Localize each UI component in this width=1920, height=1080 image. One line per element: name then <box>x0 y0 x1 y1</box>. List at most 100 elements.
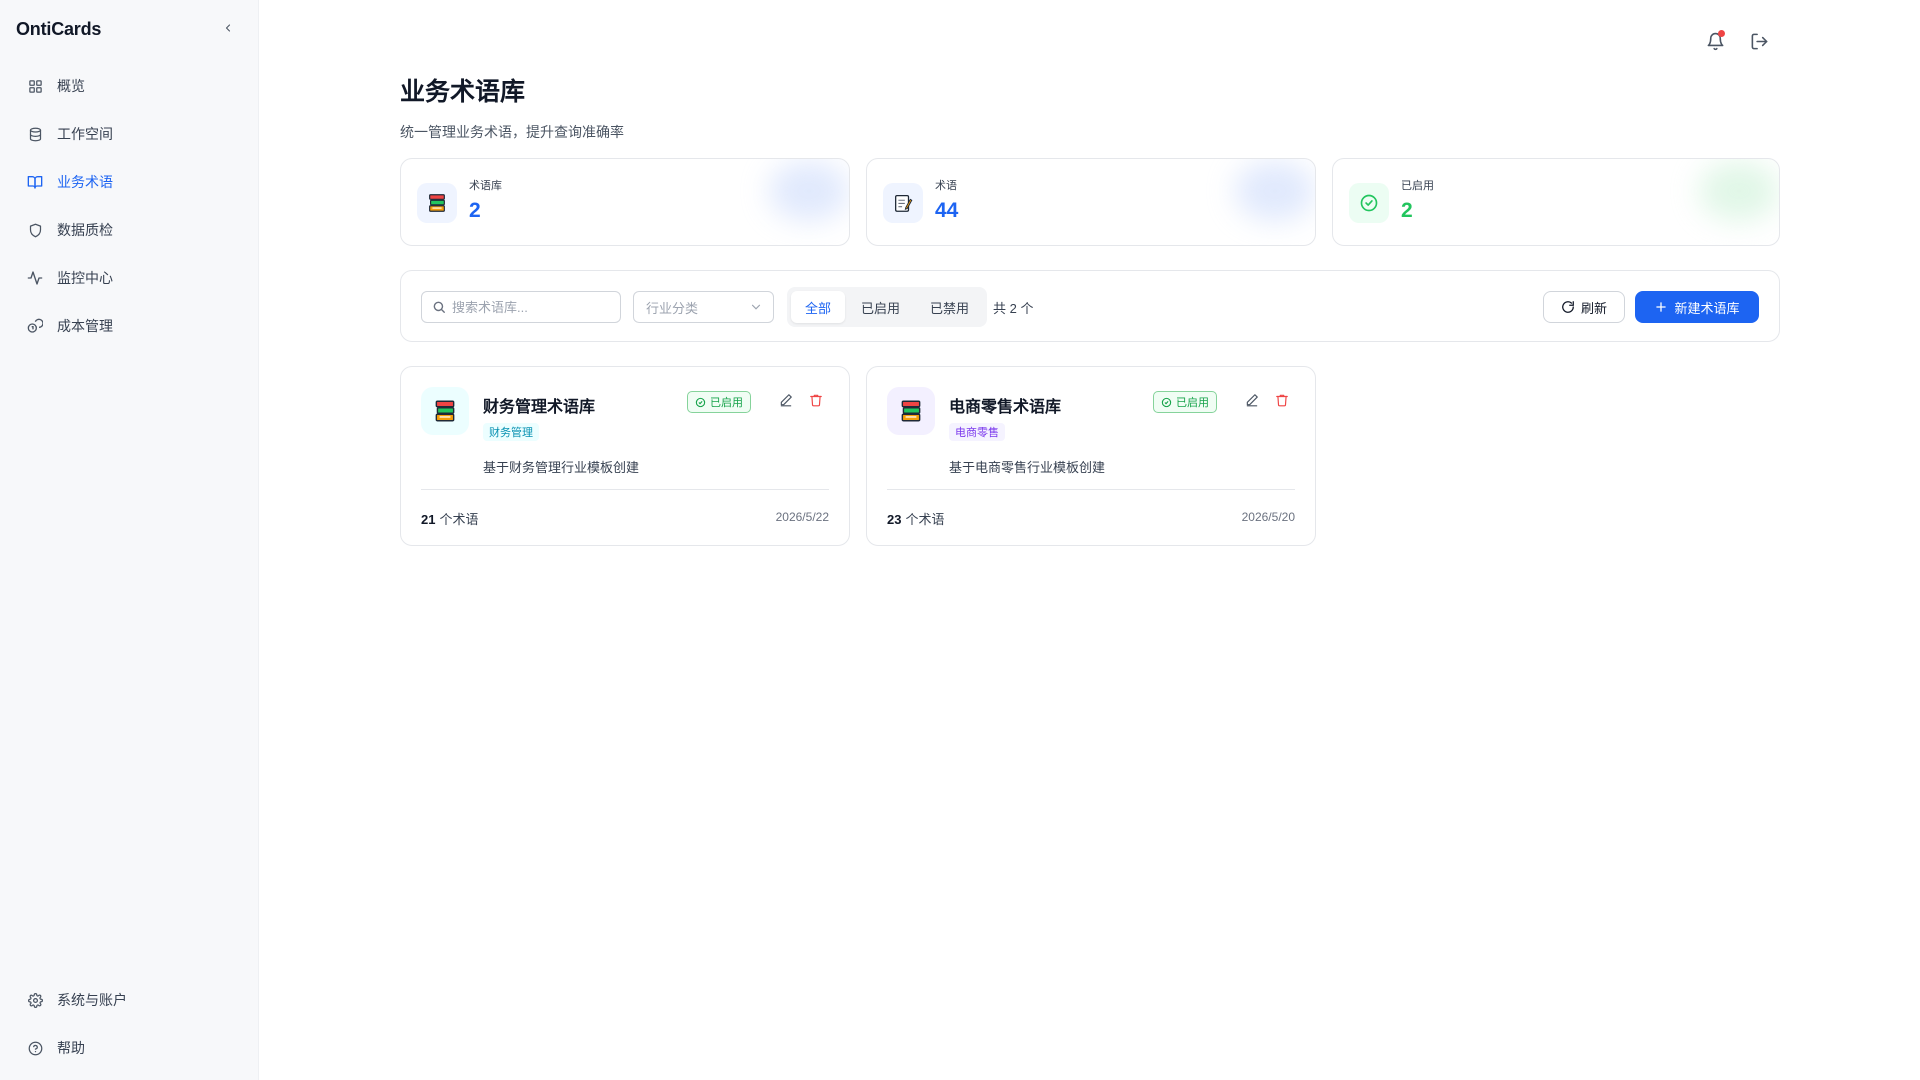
total-count: 共 2 个 <box>993 301 1034 316</box>
industry-select[interactable]: 行业分类 <box>633 291 774 323</box>
sidebar-item-overview[interactable]: 概览 <box>16 62 243 110</box>
industry-tag: 电商零售 <box>949 423 1005 441</box>
refresh-label: 刷新 <box>1580 300 1607 316</box>
sidebar-item-workspace[interactable]: 工作空间 <box>16 110 243 158</box>
search-icon <box>432 300 446 314</box>
filter-tab-disabled[interactable]: 已禁用 <box>916 291 983 323</box>
sidebar: OntiCards 概览 工作空间 业务术语 数据质检 监控中心 成本管理 系统… <box>0 0 259 1080</box>
sidebar-bottom-nav: 系统与账户 帮助 <box>16 976 243 1072</box>
stat-value: 44 <box>935 199 959 222</box>
glossary-card[interactable]: 财务管理术语库 财务管理 已启用 基于财务管理行业模板创建 21 个术语 2026… <box>400 366 850 546</box>
card-glow <box>1699 161 1779 221</box>
activity-icon <box>27 270 43 286</box>
term-count-suffix: 个术语 <box>905 512 945 527</box>
sidebar-item-label: 帮助 <box>57 1040 85 1056</box>
search-input[interactable] <box>452 299 612 315</box>
database-icon <box>27 126 43 142</box>
check-circle-icon <box>1161 397 1172 407</box>
check-circle-icon <box>695 397 706 407</box>
notifications-button[interactable] <box>1704 30 1726 52</box>
filter-toolbar: 行业分类 全部 已启用 已禁用 共 2 个 刷新 新建术语库 <box>400 270 1780 342</box>
coins-icon <box>27 318 43 334</box>
status-badge: 已启用 <box>687 391 751 413</box>
card-date: 2026/5/20 <box>1241 510 1295 524</box>
new-glossary-button[interactable]: 新建术语库 <box>1635 291 1759 323</box>
stat-value: 2 <box>469 199 481 222</box>
card-title: 电商零售术语库 <box>949 399 1062 416</box>
books-icon <box>417 183 457 223</box>
books-icon <box>887 387 935 435</box>
filter-tab-all[interactable]: 全部 <box>791 291 846 323</box>
card-glow <box>769 161 849 221</box>
sidebar-item-label: 工作空间 <box>57 126 113 142</box>
search-box[interactable] <box>421 291 621 323</box>
glossary-cards: 财务管理术语库 财务管理 已启用 基于财务管理行业模板创建 21 个术语 2026… <box>400 366 1316 546</box>
stat-card-terms: 术语 44 <box>866 158 1316 246</box>
sidebar-item-settings[interactable]: 系统与账户 <box>16 976 243 1024</box>
sidebar-item-help[interactable]: 帮助 <box>16 1024 243 1072</box>
term-count: 23 个术语 <box>887 509 944 528</box>
stat-card-enabled: 已启用 2 <box>1332 158 1780 246</box>
sidebar-item-label: 业务术语 <box>57 174 113 190</box>
sidebar-item-data-quality[interactable]: 数据质检 <box>16 206 243 254</box>
status-label: 已启用 <box>710 397 743 409</box>
pencil-icon <box>1246 394 1258 407</box>
edit-button[interactable] <box>1245 393 1261 409</box>
card-description: 基于电商零售行业模板创建 <box>949 460 1106 475</box>
card-description: 基于财务管理行业模板创建 <box>483 460 640 475</box>
stats-row: 术语库 2 术语 44 已启用 2 <box>400 158 1780 246</box>
top-actions <box>1704 30 1770 52</box>
industry-tag: 财务管理 <box>483 423 539 441</box>
stat-label: 术语库 <box>469 180 502 192</box>
sidebar-item-label: 系统与账户 <box>57 992 127 1008</box>
sidebar-item-label: 监控中心 <box>57 270 113 286</box>
grid-icon <box>27 78 43 94</box>
books-icon <box>421 387 469 435</box>
plus-icon <box>1656 302 1667 312</box>
divider <box>887 489 1295 490</box>
filter-tab-enabled[interactable]: 已启用 <box>847 291 914 323</box>
status-badge: 已启用 <box>1153 391 1217 413</box>
refresh-icon <box>1562 301 1574 313</box>
stat-label: 术语 <box>935 180 957 192</box>
sidebar-item-glossary[interactable]: 业务术语 <box>16 158 243 206</box>
status-filter-tabs: 全部 已启用 已禁用 <box>787 287 988 327</box>
help-circle-icon <box>27 1040 43 1056</box>
sidebar-item-label: 数据质检 <box>57 222 113 238</box>
delete-button[interactable] <box>1275 393 1291 409</box>
card-glow <box>1235 161 1315 221</box>
main-content: 业务术语库 统一管理业务术语，提升查询准确率 术语库 2 术语 44 已启用 2 <box>400 72 1780 546</box>
card-title: 财务管理术语库 <box>483 399 596 416</box>
card-date: 2026/5/22 <box>775 510 829 524</box>
new-glossary-label: 新建术语库 <box>1674 300 1740 316</box>
stat-label: 已启用 <box>1401 180 1434 192</box>
glossary-card[interactable]: 电商零售术语库 电商零售 已启用 基于电商零售行业模板创建 23 个术语 2026… <box>866 366 1316 546</box>
trash-icon <box>1276 394 1288 407</box>
logout-button[interactable] <box>1748 30 1770 52</box>
edit-button[interactable] <box>779 393 795 409</box>
book-icon <box>27 174 43 190</box>
delete-button[interactable] <box>809 393 825 409</box>
stat-value: 2 <box>1401 199 1413 222</box>
check-circle-icon <box>1349 183 1389 223</box>
industry-select-placeholder: 行业分类 <box>646 300 699 316</box>
stat-card-glossaries: 术语库 2 <box>400 158 850 246</box>
chevron-left-icon <box>225 24 231 32</box>
collapse-sidebar-button[interactable] <box>220 20 236 36</box>
page-subtitle: 统一管理业务术语，提升查询准确率 <box>400 124 624 140</box>
gear-icon <box>27 992 43 1008</box>
term-count-suffix: 个术语 <box>439 512 479 527</box>
status-label: 已启用 <box>1176 397 1209 409</box>
refresh-button[interactable]: 刷新 <box>1543 291 1625 323</box>
trash-icon <box>810 394 822 407</box>
notepad-icon <box>883 183 923 223</box>
sidebar-item-monitoring[interactable]: 监控中心 <box>16 254 243 302</box>
page-title: 业务术语库 <box>400 78 526 106</box>
sidebar-item-cost[interactable]: 成本管理 <box>16 302 243 350</box>
divider <box>421 489 829 490</box>
chevron-down-icon <box>751 304 761 310</box>
sidebar-item-label: 概览 <box>57 78 85 94</box>
brand-logo[interactable]: OntiCards <box>16 19 101 40</box>
notification-dot <box>1718 30 1725 37</box>
sidebar-nav: 概览 工作空间 业务术语 数据质检 监控中心 成本管理 <box>16 62 243 350</box>
